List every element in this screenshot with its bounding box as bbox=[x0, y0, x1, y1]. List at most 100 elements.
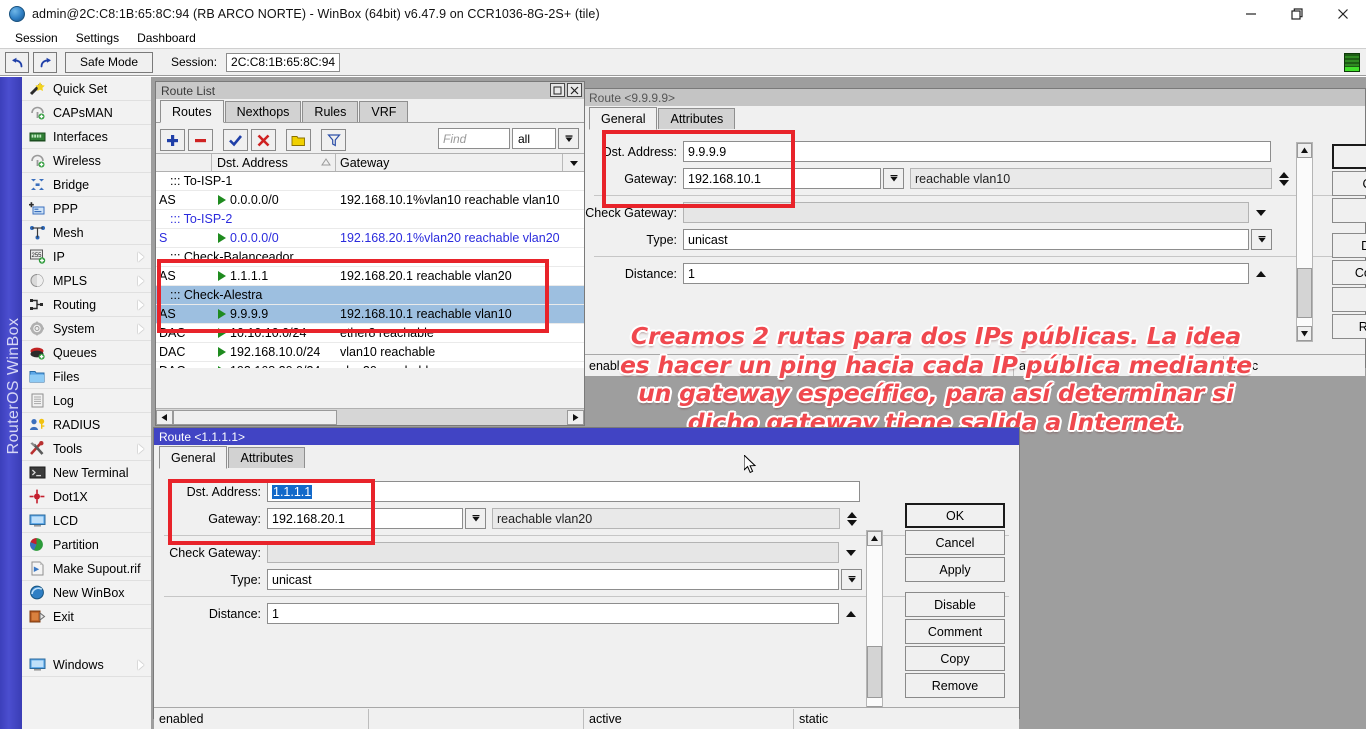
scope-select[interactable]: all bbox=[512, 128, 556, 149]
add-route-button[interactable] bbox=[160, 129, 185, 151]
tab-general-bottom[interactable]: General bbox=[159, 446, 227, 469]
comment-route-button[interactable] bbox=[286, 129, 311, 151]
check-gateway-input-top[interactable] bbox=[683, 202, 1249, 223]
remove-button-bottom[interactable]: Remove bbox=[905, 673, 1005, 698]
sidebar-item-new-terminal[interactable]: New Terminal bbox=[22, 461, 151, 485]
disable-button-top[interactable]: Disable bbox=[1332, 233, 1366, 258]
sidebar-item-bridge[interactable]: Bridge bbox=[22, 173, 151, 197]
close-button[interactable] bbox=[1320, 0, 1366, 28]
cancel-button-top[interactable]: Cancel bbox=[1332, 171, 1366, 196]
remove-button-top[interactable]: Remove bbox=[1332, 314, 1366, 339]
table-row[interactable]: DAC192.168.20.0/24vlan20 reachable bbox=[156, 362, 584, 368]
distance-input-top[interactable]: 1 bbox=[683, 263, 1249, 284]
tab-attributes-bottom[interactable]: Attributes bbox=[228, 447, 305, 468]
remove-route-button[interactable] bbox=[188, 129, 213, 151]
sidebar-item-mpls[interactable]: MPLS bbox=[22, 269, 151, 293]
table-row[interactable]: AS1.1.1.1192.168.20.1 reachable vlan20 bbox=[156, 267, 584, 286]
disable-route-button[interactable] bbox=[251, 129, 276, 151]
ok-button-top[interactable]: OK bbox=[1332, 144, 1366, 169]
type-dropdown-top[interactable] bbox=[1251, 229, 1272, 250]
sidebar-item-tools[interactable]: Tools bbox=[22, 437, 151, 461]
sidebar-item-queues[interactable]: Queues bbox=[22, 341, 151, 365]
route-list-maximize-button[interactable] bbox=[550, 83, 565, 97]
scroll-up-arrow-top[interactable] bbox=[1297, 143, 1312, 158]
hscroll-left-arrow[interactable] bbox=[156, 410, 173, 425]
disable-button-bottom[interactable]: Disable bbox=[905, 592, 1005, 617]
route-list-close-button[interactable] bbox=[567, 83, 582, 97]
table-row[interactable]: S0.0.0.0/0192.168.20.1%vlan20 reachable … bbox=[156, 229, 584, 248]
type-input-top[interactable]: unicast bbox=[683, 229, 1249, 250]
route-list-titlebar[interactable]: Route List bbox=[156, 82, 584, 99]
route-comment-row[interactable]: ::: To-ISP-2 bbox=[156, 210, 584, 229]
sidebar-item-quick-set[interactable]: Quick Set bbox=[22, 77, 151, 101]
menu-settings[interactable]: Settings bbox=[67, 29, 128, 47]
comment-button-bottom[interactable]: Comment bbox=[905, 619, 1005, 644]
tab-attributes-top[interactable]: Attributes bbox=[658, 108, 735, 129]
distance-spinner-top[interactable] bbox=[1252, 263, 1269, 285]
distance-input-bottom[interactable]: 1 bbox=[267, 603, 839, 624]
sidebar-item-ip[interactable]: 255IP bbox=[22, 245, 151, 269]
scroll-track-top[interactable] bbox=[1297, 158, 1312, 326]
gateway-input-top[interactable]: 192.168.10.1 bbox=[683, 168, 881, 189]
col-flags[interactable] bbox=[156, 154, 212, 171]
sidebar-item-new-winbox[interactable]: New WinBox bbox=[22, 581, 151, 605]
route-comment-row[interactable]: ::: Check-Balanceador bbox=[156, 248, 584, 267]
scroll-thumb-bottom[interactable] bbox=[867, 646, 882, 698]
scroll-track-bottom[interactable] bbox=[867, 546, 882, 706]
col-gateway[interactable]: Gateway bbox=[336, 154, 584, 171]
tab-vrf[interactable]: VRF bbox=[359, 101, 408, 122]
apply-button-bottom[interactable]: Apply bbox=[905, 557, 1005, 582]
sidebar-item-exit[interactable]: Exit bbox=[22, 605, 151, 629]
sidebar-item-log[interactable]: Log bbox=[22, 389, 151, 413]
sidebar-item-lcd[interactable]: LCD bbox=[22, 509, 151, 533]
redo-button[interactable] bbox=[33, 52, 57, 73]
sidebar-item-system[interactable]: System bbox=[22, 317, 151, 341]
cancel-button-bottom[interactable]: Cancel bbox=[905, 530, 1005, 555]
maximize-button[interactable] bbox=[1274, 0, 1320, 28]
sidebar-item-windows[interactable]: Windows bbox=[22, 653, 151, 677]
hscroll-right-arrow[interactable] bbox=[567, 410, 584, 425]
table-row[interactable]: AS0.0.0.0/0192.168.10.1%vlan10 reachable… bbox=[156, 191, 584, 210]
undo-button[interactable] bbox=[5, 52, 29, 73]
form-scrollbar-bottom[interactable] bbox=[866, 530, 883, 722]
col-dst-address[interactable]: Dst. Address bbox=[212, 154, 336, 171]
copy-button-top[interactable]: Copy bbox=[1332, 287, 1366, 312]
route-dialog-9999-titlebar[interactable]: Route <9.9.9.9> bbox=[584, 89, 1365, 106]
gateway-input-bottom[interactable]: 192.168.20.1 bbox=[267, 508, 463, 529]
comment-button-top[interactable]: Comment bbox=[1332, 260, 1366, 285]
gateway-dropdown-top[interactable] bbox=[883, 168, 904, 189]
tab-rules[interactable]: Rules bbox=[302, 101, 358, 122]
sidebar-item-files[interactable]: Files bbox=[22, 365, 151, 389]
sidebar-item-interfaces[interactable]: Interfaces bbox=[22, 125, 151, 149]
minimize-button[interactable] bbox=[1228, 0, 1274, 28]
gateway-spinner-bottom[interactable] bbox=[843, 508, 860, 530]
check-gateway-dropdown-top[interactable] bbox=[1252, 202, 1269, 224]
tab-routes[interactable]: Routes bbox=[160, 100, 224, 123]
sidebar-item-mesh[interactable]: Mesh bbox=[22, 221, 151, 245]
sidebar-item-dot1x[interactable]: Dot1X bbox=[22, 485, 151, 509]
menu-session[interactable]: Session bbox=[6, 29, 67, 47]
route-comment-row[interactable]: ::: To-ISP-1 bbox=[156, 172, 584, 191]
sidebar-item-radius[interactable]: RADIUS bbox=[22, 413, 151, 437]
filter-button[interactable] bbox=[321, 129, 346, 151]
route-list-hscrollbar[interactable] bbox=[156, 408, 584, 425]
route-list-rows[interactable]: ::: To-ISP-1AS0.0.0.0/0192.168.10.1%vlan… bbox=[156, 172, 584, 368]
scope-dropdown-button[interactable] bbox=[558, 128, 579, 149]
scroll-thumb-top[interactable] bbox=[1297, 268, 1312, 318]
sidebar-item-routing[interactable]: Routing bbox=[22, 293, 151, 317]
table-row[interactable]: AS9.9.9.9192.168.10.1 reachable vlan10 bbox=[156, 305, 584, 324]
hscroll-thumb[interactable] bbox=[173, 410, 337, 425]
table-row[interactable]: DAC192.168.10.0/24vlan10 reachable bbox=[156, 343, 584, 362]
dst-address-input-bottom[interactable]: 1.1.1.1 bbox=[267, 481, 860, 502]
scroll-up-arrow-bottom[interactable] bbox=[867, 531, 882, 546]
tab-nexthops[interactable]: Nexthops bbox=[225, 101, 302, 122]
apply-button-top[interactable]: Apply bbox=[1332, 198, 1366, 223]
session-value[interactable]: 2C:C8:1B:65:8C:94 bbox=[226, 53, 340, 72]
dst-address-input-top[interactable]: 9.9.9.9 bbox=[683, 141, 1271, 162]
scroll-down-arrow-top[interactable] bbox=[1297, 326, 1312, 341]
tab-general-top[interactable]: General bbox=[589, 107, 657, 130]
route-dialog-1111-titlebar[interactable]: Route <1.1.1.1> bbox=[154, 428, 1019, 445]
check-gateway-dropdown-bottom[interactable] bbox=[842, 542, 859, 564]
find-input[interactable]: Find bbox=[438, 128, 510, 149]
form-scrollbar-top[interactable] bbox=[1296, 142, 1313, 342]
